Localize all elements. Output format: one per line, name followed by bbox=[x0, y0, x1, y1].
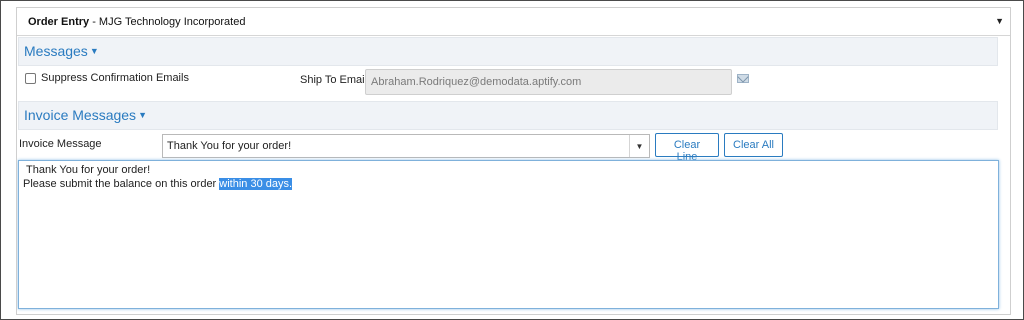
invoice-message-label: Invoice Message bbox=[19, 138, 102, 150]
invoice-messages-title-text: Invoice Messages bbox=[24, 107, 137, 123]
order-entry-panel: Order Entry - MJG Technology Incorporate… bbox=[16, 7, 1011, 315]
invoice-messages-caret-icon: ▼ bbox=[138, 110, 147, 120]
ship-to-email-label: Ship To Email bbox=[300, 74, 368, 86]
panel-header[interactable]: Order Entry - MJG Technology Incorporate… bbox=[17, 8, 1010, 36]
messages-caret-icon: ▼ bbox=[89, 46, 99, 56]
panel-title-bold: Order Entry bbox=[28, 16, 90, 28]
invoice-message-textarea[interactable]: Thank You for your order! Please submit … bbox=[18, 160, 999, 309]
messages-title-text: Messages bbox=[24, 43, 88, 59]
messages-section-header[interactable]: Messages ▼ bbox=[18, 37, 998, 66]
clear-all-button[interactable]: Clear All bbox=[724, 133, 783, 157]
panel-title: Order Entry - MJG Technology Incorporate… bbox=[28, 16, 245, 28]
chevron-down-icon[interactable]: ▼ bbox=[629, 135, 649, 157]
messages-section-title[interactable]: Messages ▼ bbox=[24, 43, 99, 59]
panel-title-company: - MJG Technology Incorporated bbox=[89, 16, 246, 28]
clear-line-button[interactable]: Clear Line bbox=[655, 133, 719, 163]
selected-text: within 30 days. bbox=[219, 178, 293, 190]
invoice-messages-section-title[interactable]: Invoice Messages ▼ bbox=[24, 107, 147, 123]
suppress-emails-row: Suppress Confirmation Emails bbox=[25, 72, 189, 84]
invoice-messages-section-header[interactable]: Invoice Messages ▼ bbox=[18, 101, 998, 130]
suppress-emails-checkbox[interactable] bbox=[25, 72, 36, 84]
window-frame: Order Entry - MJG Technology Incorporate… bbox=[0, 0, 1024, 320]
suppress-emails-label: Suppress Confirmation Emails bbox=[41, 72, 189, 84]
textarea-line-1: Thank You for your order! bbox=[26, 164, 151, 176]
envelope-icon[interactable] bbox=[737, 74, 749, 83]
invoice-message-select[interactable]: Thank You for your order! ▼ bbox=[162, 134, 650, 158]
ship-to-email-field: Abraham.Rodriquez@demodata.aptify.com bbox=[365, 69, 732, 95]
collapse-caret-icon[interactable]: ▼ bbox=[995, 16, 1004, 26]
textarea-line-2: Please submit the balance on this order … bbox=[23, 177, 994, 191]
textarea-line-2-text: Please submit the balance on this order bbox=[23, 178, 220, 190]
invoice-message-selected-value: Thank You for your order! bbox=[167, 140, 292, 152]
